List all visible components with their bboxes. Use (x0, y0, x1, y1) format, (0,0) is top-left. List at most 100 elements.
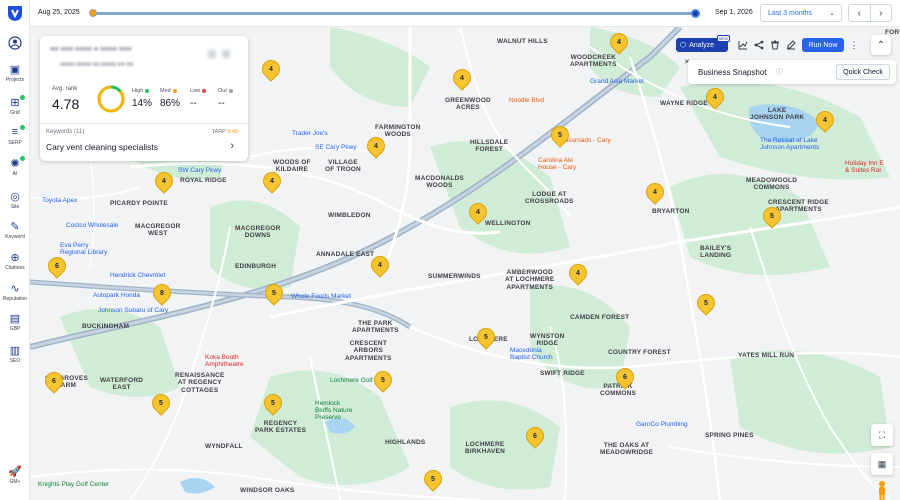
street-view-pegman-icon[interactable] (876, 480, 888, 500)
stat-label-text: Low (190, 88, 201, 94)
folder-icon: ▣ (9, 63, 21, 76)
map-area-label: WATERFORD EAST (100, 377, 144, 392)
map-poi-label[interactable]: Noodle Blvd (509, 97, 544, 104)
stat-label-text: Med (160, 88, 171, 94)
map-poi-label[interactable]: Holiday Inn E & Suites Ral (845, 160, 884, 174)
rank-pin-value: 6 (533, 432, 537, 440)
more-vertical-icon[interactable]: ⋮ (848, 39, 860, 51)
profile-avatar[interactable] (0, 36, 30, 50)
map-area-label: COUNTRY FOREST (608, 349, 671, 356)
rank-pin-value: 5 (431, 475, 435, 483)
sidebar-item-keyword[interactable]: ✎ Keyword (0, 219, 30, 241)
sidebar-item-citations[interactable]: ⊕ Citations (0, 250, 30, 272)
map-poi-label[interactable]: Toyota Apex (42, 197, 77, 204)
avatar-icon (8, 36, 22, 50)
sidebar-item-projects[interactable]: ▣ Projects (0, 62, 30, 84)
map-poi-label[interactable]: SE Cary Pkwy (315, 144, 357, 151)
sidebar-item-label: Site (10, 204, 20, 210)
map-poi-label[interactable]: Macedonia Baptist Church (510, 347, 553, 361)
rank-pin-value: 4 (460, 74, 464, 82)
map-area-label: WYNSTON RIDGE (530, 333, 565, 348)
map-poi-label[interactable]: Eva Perry Regional Library (60, 242, 107, 256)
rank-pin-value: 4 (476, 208, 480, 216)
business-snapshot-panel: Business Snapshot ⓘ Quick Check (688, 60, 896, 84)
map-poi-label[interactable]: Koka Booth Amphitheatre (205, 354, 244, 368)
date-range-select[interactable]: Last 3 months ⌄ (760, 4, 842, 22)
run-now-button[interactable]: Run Now (802, 38, 844, 52)
trash-icon[interactable] (769, 39, 781, 51)
tarp-indicator: TARP 9.49 (212, 129, 238, 135)
stat-label: Low (190, 88, 207, 94)
sidebar-item-gbp[interactable]: ▤ GBP (0, 311, 30, 333)
map-area-label: WIMBLEDON (328, 212, 371, 219)
keyword-selector[interactable]: Cary vent cleaning specialists (46, 142, 158, 152)
rank-pin-value: 5 (770, 212, 774, 220)
app-logo-icon[interactable] (6, 4, 24, 22)
map-area-label: ANNADALE EAST (316, 251, 375, 258)
map-poi-label[interactable]: Autopark Honda (93, 292, 140, 299)
analyze-icon: ⬡ (680, 42, 687, 49)
map-poi-label[interactable]: The Retreat at Lake Johnson Apartments (760, 137, 819, 151)
map-poi-label[interactable]: Knights Play Golf Center (38, 481, 109, 488)
map-poi-label[interactable]: Whole Foods Market (291, 293, 351, 300)
stat-label: High (132, 88, 150, 94)
sidebar-item-reputation[interactable]: ∿ Reputation (0, 281, 30, 303)
sidebar-item-ai[interactable]: ✺ AI (0, 156, 30, 177)
status-dot (20, 95, 25, 100)
sidebar-item-seo[interactable]: ▥ SEO (0, 343, 30, 365)
sidebar-item-serp[interactable]: ≡ SERP (0, 125, 30, 146)
sidebar-item-grid[interactable]: ⊞ Grid (0, 95, 30, 116)
collapse-panel-button[interactable]: ⌃ (871, 35, 891, 55)
map-poi-label[interactable]: Carolina Ale House - Cary (538, 157, 576, 171)
map-area-label: WOODS OF KILDAIRE (273, 159, 311, 174)
map-area-label: REGENCY PARK ESTATES (255, 420, 307, 435)
map-area-label: WOODCREEK APARTMENTS (570, 54, 617, 69)
sidebar-item-site[interactable]: ◎ Site (0, 189, 30, 211)
analyze-button[interactable]: ⬡ Analyze NEW (676, 35, 730, 52)
map-poi-label[interactable]: GarnCo Plumbing (636, 421, 688, 428)
sidebar-item-label: SEO (9, 358, 21, 364)
status-dot (20, 125, 25, 130)
sidebar-item-label: Projects (5, 77, 25, 83)
map-area-label: RENAISSANCE AT REGENCY COTTAGES (175, 372, 225, 394)
quick-check-button[interactable]: Quick Check (836, 64, 890, 80)
map-poi-label[interactable]: Costco Wholesale (66, 222, 118, 229)
rank-pin-value: 6 (55, 262, 59, 270)
map-poi-label[interactable]: SW Cary Pkwy (178, 167, 221, 174)
date-range-value: Last 3 months (768, 10, 812, 17)
timeline-start-handle[interactable] (89, 9, 97, 17)
stat-label-text: Out (218, 88, 227, 94)
prev-button[interactable]: ‹ (849, 5, 871, 21)
timeline-nav: ‹ › (848, 4, 892, 22)
fullscreen-button[interactable]: ⛶ (871, 424, 893, 446)
map-layers-button[interactable]: ▦ (871, 453, 893, 475)
rank-pin-value: 4 (823, 116, 827, 124)
chevron-right-icon[interactable]: › (230, 140, 234, 152)
timeline-end-handle[interactable] (691, 9, 700, 18)
card-subheader-blurred: ■■■■ ■■■■ ■■ ■■■■ ■■ ■■ (60, 62, 134, 68)
map-poi-label[interactable]: Hendrick Chevrolet (110, 272, 165, 279)
map-area-label: VILLAGE OF TROON (325, 159, 361, 174)
map-poi-label[interactable]: Hemlock Bluffs Nature Preserve (315, 400, 352, 421)
info-icon[interactable]: ⓘ (776, 67, 783, 77)
next-button[interactable]: › (871, 5, 892, 21)
rank-pin-value: 4 (617, 38, 621, 46)
rank-pin-value: 5 (271, 399, 275, 407)
map-poi-label[interactable]: Trader Joe's (292, 130, 328, 137)
fullscreen-icon: ⛶ (878, 429, 886, 440)
rank-pin-value: 5 (558, 131, 562, 139)
share-icon[interactable] (753, 39, 765, 51)
keyword-icon: ✎ (10, 220, 20, 233)
sidebar-item-gm-[interactable]: 🚀 GM+ (0, 464, 30, 486)
map-poi-label[interactable]: Johnson Subaru of Cary (98, 307, 168, 314)
map-poi-label[interactable]: Grand Asia Market (590, 78, 644, 85)
map-area-label: PICARDY POINTE (110, 200, 168, 207)
chart-icon[interactable] (737, 39, 749, 51)
timeline-start-date: Aug 25, 2025 (38, 9, 80, 16)
map-area-label: WINDSOR OAKS (240, 487, 295, 494)
timeline-track[interactable] (92, 12, 697, 15)
edit-icon[interactable] (785, 39, 797, 51)
tarp-value: 9.49 (227, 129, 238, 135)
map-area-label: BAILEY'S LANDING (700, 245, 732, 260)
map-area-label: HILLSDALE FOREST (470, 139, 509, 154)
